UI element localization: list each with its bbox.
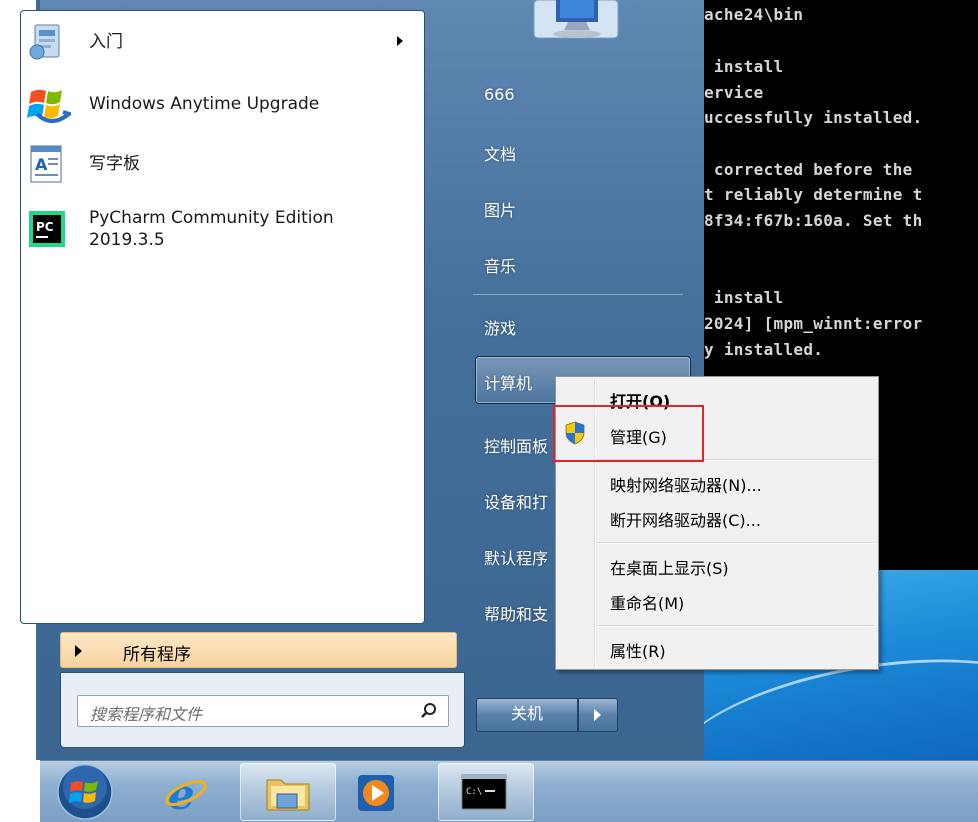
taskbar-button-explorer[interactable] (240, 763, 336, 821)
divider (473, 294, 683, 295)
menu-item-map-network-drive[interactable]: 映射网络驱动器(N)... (610, 472, 762, 496)
right-item-pictures[interactable]: 图片 (484, 197, 516, 221)
search-input[interactable]: 搜索程序和文件 (77, 695, 449, 727)
windows-explorer-icon (266, 779, 310, 811)
console-line: 2024] [mpm_winnt:error (704, 314, 923, 333)
console-line: y installed. (704, 340, 824, 359)
program-item-windows-anytime-upgrade[interactable]: Windows Anytime Upgrade (27, 77, 417, 131)
all-programs-label: 所有程序 (123, 645, 191, 665)
menu-item-properties[interactable]: 属性(R) (610, 638, 666, 662)
console-line: ache24\bin (704, 5, 804, 24)
search-area: 搜索程序和文件 (60, 672, 465, 748)
media-player-icon[interactable] (356, 773, 396, 813)
program-label: 入门 (89, 32, 123, 52)
user-picture[interactable] (530, 0, 622, 44)
console-line: uccessfully installed. (704, 108, 923, 127)
menu-separator (596, 542, 874, 544)
menu-item-disconnect-network-drive[interactable]: 断开网络驱动器(C)... (610, 507, 761, 531)
console-line: ervice (704, 83, 764, 102)
program-label: Windows Anytime Upgrade (89, 94, 320, 114)
console-line: corrected before the (704, 160, 913, 179)
program-label: PyCharm Community Edition (89, 208, 334, 228)
program-item-pycharm[interactable]: PC PyCharm Community Edition 2019.3.5 (27, 199, 417, 259)
right-item-default-programs[interactable]: 默认程序 (484, 545, 548, 569)
start-menu-program-list: 入门 Windows Anytime Upgrade A 写字板 PC PyCh… (20, 10, 425, 624)
program-item-getting-started[interactable]: 入门 (27, 15, 417, 69)
highlight-box (553, 405, 704, 462)
chevron-right-icon (594, 709, 601, 721)
start-orb-icon[interactable] (56, 763, 114, 821)
right-item-user-folder[interactable]: 666 (484, 85, 515, 104)
svg-text:C:\: C:\ (466, 787, 482, 797)
svg-text:PC: PC (36, 220, 54, 234)
taskbar: e C:\ (40, 760, 978, 822)
menu-separator (596, 625, 874, 627)
menu-item-show-on-desktop[interactable]: 在桌面上显示(S) (610, 555, 729, 579)
console-line: 8f34:f67b:160a. Set th (704, 211, 923, 230)
program-label: 写字板 (89, 154, 140, 174)
search-placeholder: 搜索程序和文件 (90, 705, 203, 724)
program-label-block: PyCharm Community Edition 2019.3.5 (89, 207, 334, 251)
right-item-control-panel[interactable]: 控制面板 (484, 433, 548, 457)
console-line: install (704, 288, 784, 307)
right-item-help-support[interactable]: 帮助和支 (484, 601, 548, 625)
right-item-games[interactable]: 游戏 (484, 315, 516, 339)
menu-item-rename[interactable]: 重命名(M) (610, 590, 684, 614)
expand-arrow-icon (75, 645, 82, 657)
search-icon[interactable] (420, 702, 438, 720)
right-item-music[interactable]: 音乐 (484, 253, 516, 277)
program-item-wordpad[interactable]: A 写字板 (27, 137, 417, 191)
command-prompt-icon: C:\ (461, 774, 507, 810)
program-version: 2019.3.5 (89, 230, 165, 250)
submenu-arrow-icon (397, 36, 403, 46)
right-item-devices-printers[interactable]: 设备和打 (484, 489, 548, 513)
pycharm-icon: PC (27, 209, 67, 249)
right-item-documents[interactable]: 文档 (484, 141, 516, 165)
windows-flag-icon (27, 84, 74, 124)
wordpad-icon: A (27, 144, 67, 184)
right-item-computer[interactable]: 计算机 (484, 370, 532, 394)
getting-started-icon (27, 22, 67, 62)
taskbar-button-cmd[interactable]: C:\ (438, 763, 534, 821)
internet-explorer-icon[interactable]: e (164, 771, 208, 815)
console-line: t reliably determine t (704, 185, 923, 204)
console-line: install (704, 57, 784, 76)
svg-text:A: A (35, 155, 48, 174)
all-programs-button[interactable]: 所有程序 (60, 632, 457, 668)
shutdown-options-button[interactable] (578, 698, 618, 732)
shutdown-button[interactable]: 关机 (476, 698, 578, 732)
